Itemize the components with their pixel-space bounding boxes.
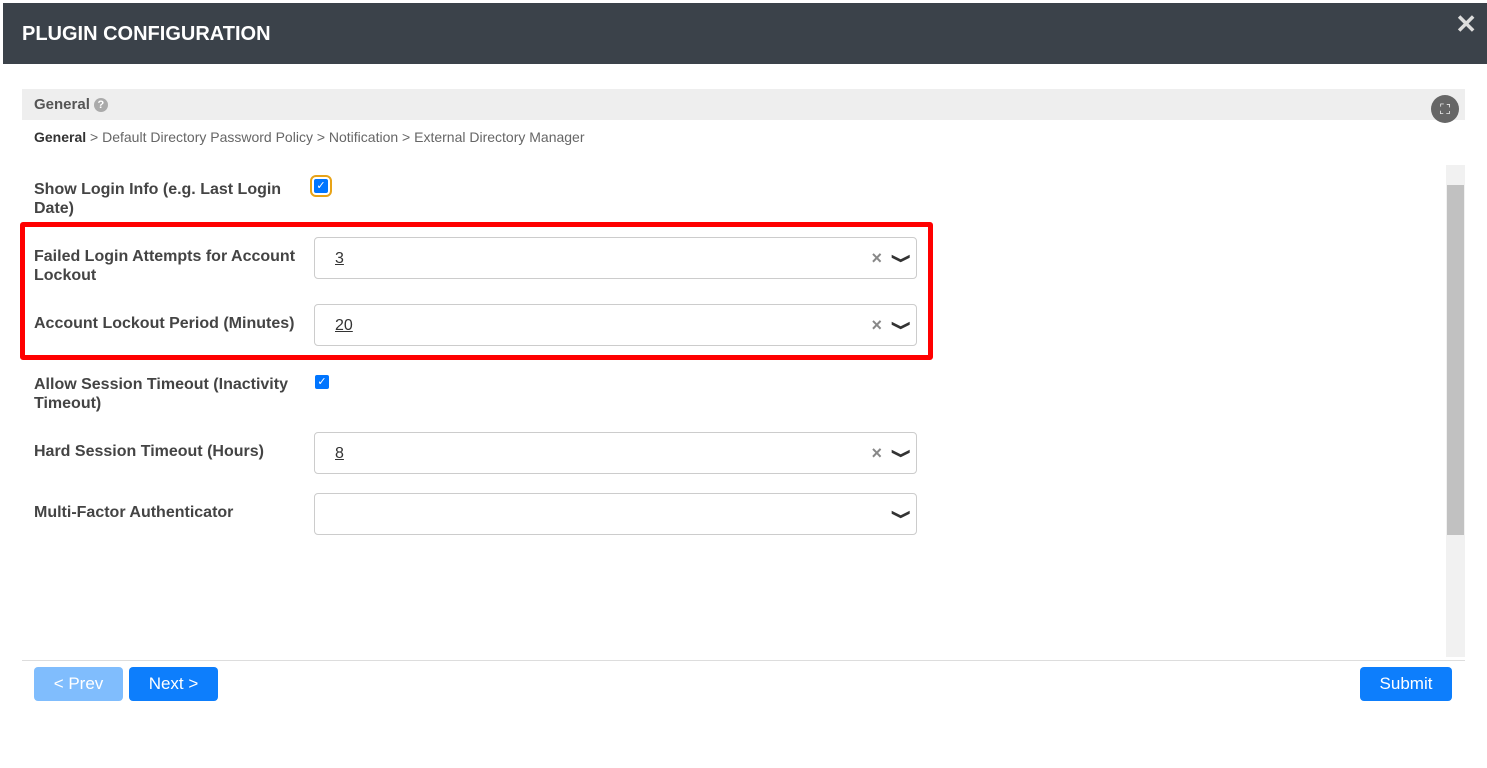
breadcrumb-rest: > Default Directory Password Policy > No…	[86, 129, 585, 145]
breadcrumb: General > Default Directory Password Pol…	[34, 129, 585, 145]
help-icon[interactable]: ?	[93, 98, 108, 112]
hard-session-timeout-select[interactable]: 8 × ❯	[314, 432, 917, 474]
divider	[22, 660, 1465, 661]
select-value: 3	[335, 250, 344, 267]
dialog-title: PLUGIN CONFIGURATION	[22, 23, 271, 45]
chevron-down-icon[interactable]: ❯	[891, 320, 913, 332]
prev-button[interactable]: < Prev	[34, 667, 123, 701]
mfa-select[interactable]: ❯	[314, 493, 917, 535]
clear-icon[interactable]: ×	[871, 443, 882, 464]
field-label: Failed Login Attempts for Account Lockou…	[34, 248, 296, 284]
clear-icon[interactable]: ×	[871, 315, 882, 336]
breadcrumb-current: General	[34, 129, 87, 145]
section-title: General	[34, 96, 90, 113]
chevron-down-icon[interactable]: ❯	[891, 509, 913, 521]
field-label: Allow Session Timeout (Inactivity Timeou…	[34, 376, 288, 412]
next-button[interactable]: Next >	[129, 667, 218, 701]
field-label: Hard Session Timeout (Hours)	[34, 443, 264, 460]
section-header: General? ⛶	[22, 89, 1465, 123]
chevron-down-icon[interactable]: ❯	[891, 253, 913, 265]
field-label: Multi-Factor Authenticator	[34, 504, 234, 521]
submit-button[interactable]: Submit	[1360, 667, 1452, 701]
failed-login-attempts-select[interactable]: 3 × ❯	[314, 237, 917, 279]
expand-icon[interactable]: ⛶	[1431, 95, 1459, 123]
select-value: 8	[335, 445, 344, 462]
chevron-down-icon[interactable]: ❯	[891, 448, 913, 460]
close-icon[interactable]: ✕	[1455, 9, 1477, 40]
field-label: Account Lockout Period (Minutes)	[34, 315, 295, 332]
field-label: Show Login Info (e.g. Last Login Date)	[34, 181, 282, 217]
scrollbar-thumb[interactable]	[1447, 185, 1464, 535]
clear-icon[interactable]: ×	[871, 248, 882, 269]
allow-session-timeout-checkbox[interactable]: ✓	[315, 375, 329, 389]
scrollbar[interactable]	[1446, 165, 1465, 657]
lockout-period-select[interactable]: 20 × ❯	[314, 304, 917, 346]
show-login-info-checkbox[interactable]: ✓	[310, 175, 332, 197]
dialog-header: PLUGIN CONFIGURATION ✕	[3, 3, 1487, 64]
select-value: 20	[335, 317, 353, 334]
